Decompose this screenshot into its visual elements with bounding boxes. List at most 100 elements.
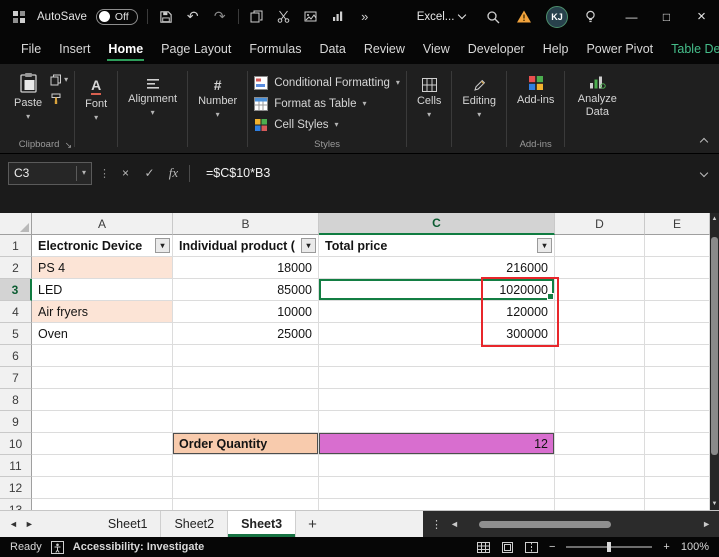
scroll-up-icon[interactable]: ▲ <box>710 214 719 224</box>
quick-access-overflow-icon[interactable]: » <box>356 8 374 26</box>
zoom-slider-thumb[interactable] <box>607 542 612 552</box>
cell-C5[interactable]: 300000 <box>319 323 555 345</box>
menu-developer[interactable]: Developer <box>459 33 534 64</box>
page-break-view-button[interactable] <box>524 541 538 553</box>
column-header-D[interactable]: D <box>555 213 645 235</box>
column-header-B[interactable]: B <box>173 213 319 235</box>
cell-C6[interactable] <box>319 345 555 367</box>
name-box[interactable]: C3 ▾ <box>8 161 92 185</box>
cell-C10[interactable]: 12 <box>319 433 555 455</box>
cell-E11[interactable] <box>645 455 710 477</box>
expand-formula-bar-icon[interactable] <box>699 168 709 178</box>
cell-C7[interactable] <box>319 367 555 389</box>
menu-view[interactable]: View <box>414 33 459 64</box>
picture-icon[interactable] <box>302 8 320 26</box>
autosave-toggle[interactable]: Off <box>95 8 138 25</box>
cell-B7[interactable] <box>173 367 319 389</box>
menu-table-design[interactable]: Table Design <box>662 33 719 64</box>
cell-A8[interactable] <box>32 389 173 411</box>
zoom-out-button[interactable]: − <box>549 541 555 553</box>
cell-B13[interactable] <box>173 499 319 510</box>
cell-styles-button[interactable]: Cell Styles ▾ <box>254 114 400 135</box>
column-header-C[interactable]: C <box>319 213 555 235</box>
row-header-7[interactable]: 7 <box>0 367 32 389</box>
sheet-options-icon[interactable]: ⋮ <box>431 518 442 531</box>
copy-icon[interactable] <box>248 8 266 26</box>
cell-B12[interactable] <box>173 477 319 499</box>
cell-E7[interactable] <box>645 367 710 389</box>
cell-D10[interactable] <box>555 433 645 455</box>
row-header-6[interactable]: 6 <box>0 345 32 367</box>
normal-view-button[interactable] <box>476 541 490 553</box>
cell-C11[interactable] <box>319 455 555 477</box>
tab-sheet2[interactable]: Sheet2 <box>161 511 229 537</box>
formula-bar-grip[interactable]: ⋮ <box>99 167 110 180</box>
name-box-dropdown-icon[interactable]: ▾ <box>82 169 86 177</box>
cell-B9[interactable] <box>173 411 319 433</box>
cell-B3[interactable]: 85000 <box>173 279 319 301</box>
maximize-button[interactable]: □ <box>649 0 684 33</box>
cell-B4[interactable]: 10000 <box>173 301 319 323</box>
row-header-2[interactable]: 2 <box>0 257 32 279</box>
collapse-ribbon-icon[interactable] <box>699 137 709 147</box>
cell-B2[interactable]: 18000 <box>173 257 319 279</box>
cell-C8[interactable] <box>319 389 555 411</box>
cell-A6[interactable] <box>32 345 173 367</box>
column-header-A[interactable]: A <box>32 213 173 235</box>
cell-C3[interactable]: 1020000 <box>319 279 555 301</box>
cell-B8[interactable] <box>173 389 319 411</box>
search-icon[interactable] <box>484 8 502 26</box>
cell-A12[interactable] <box>32 477 173 499</box>
minimize-button[interactable]: — <box>614 0 649 33</box>
cell-E10[interactable] <box>645 433 710 455</box>
cell-C13[interactable] <box>319 499 555 510</box>
menu-review[interactable]: Review <box>355 33 414 64</box>
row-header-10[interactable]: 10 <box>0 433 32 455</box>
undo-icon[interactable]: ↶ <box>184 8 202 26</box>
row-header-4[interactable]: 4 <box>0 301 32 323</box>
cell-B10[interactable]: Order Quantity <box>173 433 319 455</box>
cell-D2[interactable] <box>555 257 645 279</box>
cell-C1[interactable]: Total price ▾ <box>319 235 555 257</box>
cell-A7[interactable] <box>32 367 173 389</box>
addins-button[interactable]: Add-ins <box>513 72 558 110</box>
cancel-entry-icon[interactable]: × <box>117 166 134 180</box>
font-menu-button[interactable]: A Font ▾ <box>81 75 111 125</box>
row-header-12[interactable]: 12 <box>0 477 32 499</box>
cell-B5[interactable]: 25000 <box>173 323 319 345</box>
window-title[interactable]: Excel... <box>417 11 467 23</box>
scroll-left-icon[interactable]: ◄ <box>450 519 459 529</box>
cell-D9[interactable] <box>555 411 645 433</box>
menu-formulas[interactable]: Formulas <box>240 33 310 64</box>
cell-A1[interactable]: Electronic Device ▾ <box>32 235 173 257</box>
excel-app-icon[interactable] <box>10 8 28 26</box>
alignment-menu-button[interactable]: Alignment ▾ <box>124 75 181 120</box>
cell-D1[interactable] <box>555 235 645 257</box>
user-avatar[interactable]: KJ <box>546 5 568 28</box>
row-header-3[interactable]: 3 <box>0 279 32 301</box>
cell-C12[interactable] <box>319 477 555 499</box>
cell-E6[interactable] <box>645 345 710 367</box>
redo-icon[interactable]: ↷ <box>211 8 229 26</box>
paste-dropdown-icon[interactable]: ▾ <box>26 112 30 121</box>
cell-D8[interactable] <box>555 389 645 411</box>
cell-D13[interactable] <box>555 499 645 510</box>
cell-A11[interactable] <box>32 455 173 477</box>
previous-sheet-icon[interactable]: ◄ <box>9 519 18 529</box>
cell-B11[interactable] <box>173 455 319 477</box>
cell-D11[interactable] <box>555 455 645 477</box>
new-sheet-button[interactable]: + <box>296 511 329 537</box>
cell-C2[interactable]: 216000 <box>319 257 555 279</box>
menu-file[interactable]: File <box>12 33 50 64</box>
cell-E8[interactable] <box>645 389 710 411</box>
cell-D6[interactable] <box>555 345 645 367</box>
horizontal-scrollbar[interactable]: ⋮ ◄ ► <box>423 511 719 537</box>
formula-input[interactable]: =$C$10*B3 <box>197 162 694 185</box>
menu-home[interactable]: Home <box>99 33 152 64</box>
accessibility-status[interactable]: Accessibility: Investigate <box>73 541 204 553</box>
cell-A9[interactable] <box>32 411 173 433</box>
cell-D3[interactable] <box>555 279 645 301</box>
paste-button[interactable]: Paste ▾ <box>10 69 46 124</box>
copy-button[interactable]: ▾ <box>50 74 68 86</box>
cell-E1[interactable] <box>645 235 710 257</box>
